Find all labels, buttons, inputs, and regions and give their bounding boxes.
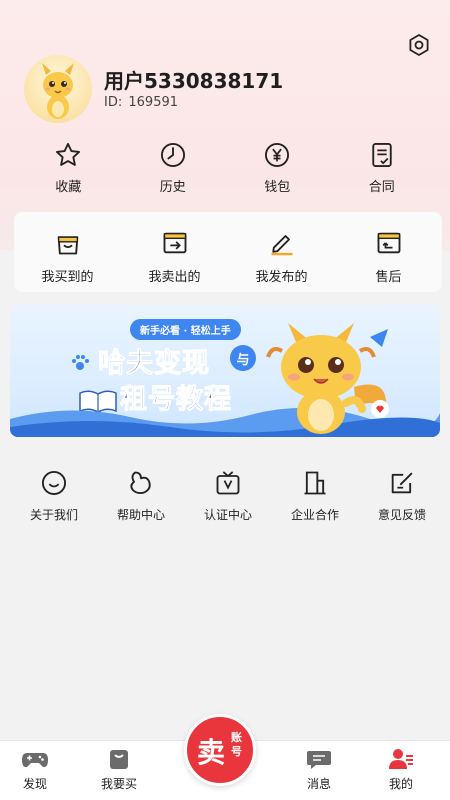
bought-button[interactable]: 我买到的 [26, 228, 110, 285]
banner-connector: 与 [230, 345, 256, 371]
after-sales-label: 售后 [375, 270, 402, 285]
return-box-icon [377, 232, 400, 254]
settings-button[interactable] [404, 30, 434, 60]
building-icon [304, 471, 326, 495]
quick-actions: 收藏 历史 钱包 合同 [16, 140, 434, 200]
user-profile-icon [389, 749, 413, 769]
chat-bubble-icon [307, 751, 331, 769]
dragon-mascot-icon [266, 323, 389, 434]
verification-center-label: 认证中心 [203, 508, 252, 522]
box-arrow-icon [163, 232, 186, 254]
contract-icon [372, 142, 392, 168]
history-label: 历史 [159, 180, 186, 195]
sold-button[interactable]: 我卖出的 [133, 228, 217, 285]
tutorial-banner[interactable]: 新手必看 · 轻松上手 哈夫变现 与 租号教程 [10, 305, 440, 437]
services-row: 关于我们 帮助中心 认证中心 企业合作 意见反馈 [14, 468, 442, 528]
star-icon [56, 142, 81, 166]
avatar[interactable] [24, 55, 92, 123]
wallet-button[interactable]: 钱包 [242, 140, 312, 200]
history-button[interactable]: 历史 [138, 140, 208, 200]
tab-mine-label: 我的 [388, 777, 413, 791]
about-us-button[interactable]: 关于我们 [14, 468, 94, 528]
verify-tv-icon [216, 471, 240, 495]
smile-icon [41, 470, 67, 496]
pen-icon [271, 235, 292, 256]
user-id: ID: 169591 [104, 95, 178, 110]
tab-discover[interactable]: 发现 [0, 747, 70, 792]
tab-buy[interactable]: 我要买 [84, 747, 154, 792]
username: 用户5330838171 [104, 69, 284, 93]
published-label: 我发布的 [255, 270, 308, 285]
wallet-label: 钱包 [264, 180, 291, 195]
banner-pill: 新手必看 · 轻松上手 [130, 319, 241, 340]
tab-mine[interactable]: 我的 [366, 747, 436, 792]
tab-messages[interactable]: 消息 [284, 747, 354, 792]
user-profile[interactable]: 用户5330838171 ID: 169591 [24, 55, 404, 125]
shopping-bag-icon [110, 750, 128, 769]
feedback-icon [391, 472, 413, 494]
verification-center-button[interactable]: 认证中心 [188, 468, 268, 528]
bag-icon [57, 236, 78, 255]
sell-label: 卖 [197, 736, 226, 769]
about-us-label: 关于我们 [29, 508, 78, 522]
clock-icon [160, 142, 185, 168]
bought-label: 我买到的 [41, 270, 94, 285]
favorites-button[interactable]: 收藏 [33, 140, 103, 200]
after-sales-button[interactable]: 售后 [347, 228, 431, 285]
published-button[interactable]: 我发布的 [240, 228, 324, 285]
favorites-label: 收藏 [55, 180, 82, 195]
sell-sub-label: 账号 [231, 731, 242, 758]
business-cooperation-button[interactable]: 企业合作 [275, 468, 355, 528]
dragon-avatar-icon [42, 63, 74, 119]
tab-discover-label: 发现 [22, 777, 47, 791]
help-icon [130, 471, 151, 495]
feedback-label: 意见反馈 [377, 508, 426, 522]
user-id-label: ID: [104, 95, 123, 110]
help-center-label: 帮助中心 [116, 508, 165, 522]
gear-icon [409, 34, 429, 56]
paw-icon [72, 355, 89, 370]
tab-messages-label: 消息 [306, 777, 331, 791]
tab-buy-label: 我要买 [100, 777, 137, 791]
feedback-button[interactable]: 意见反馈 [362, 468, 442, 528]
sell-account-button[interactable]: 卖 账号 [184, 714, 256, 786]
orders-card: 我买到的 我卖出的 我发布的 售后 [14, 212, 442, 292]
user-id-value: 169591 [128, 95, 179, 110]
help-center-button[interactable]: 帮助中心 [101, 468, 181, 528]
contract-button[interactable]: 合同 [347, 140, 417, 200]
wallet-yen-icon [265, 142, 290, 168]
business-cooperation-label: 企业合作 [290, 508, 339, 522]
contract-label: 合同 [368, 180, 395, 195]
banner-title-line1: 哈夫变现 [98, 348, 210, 380]
gamepad-icon [22, 753, 48, 768]
sold-label: 我卖出的 [148, 270, 201, 285]
